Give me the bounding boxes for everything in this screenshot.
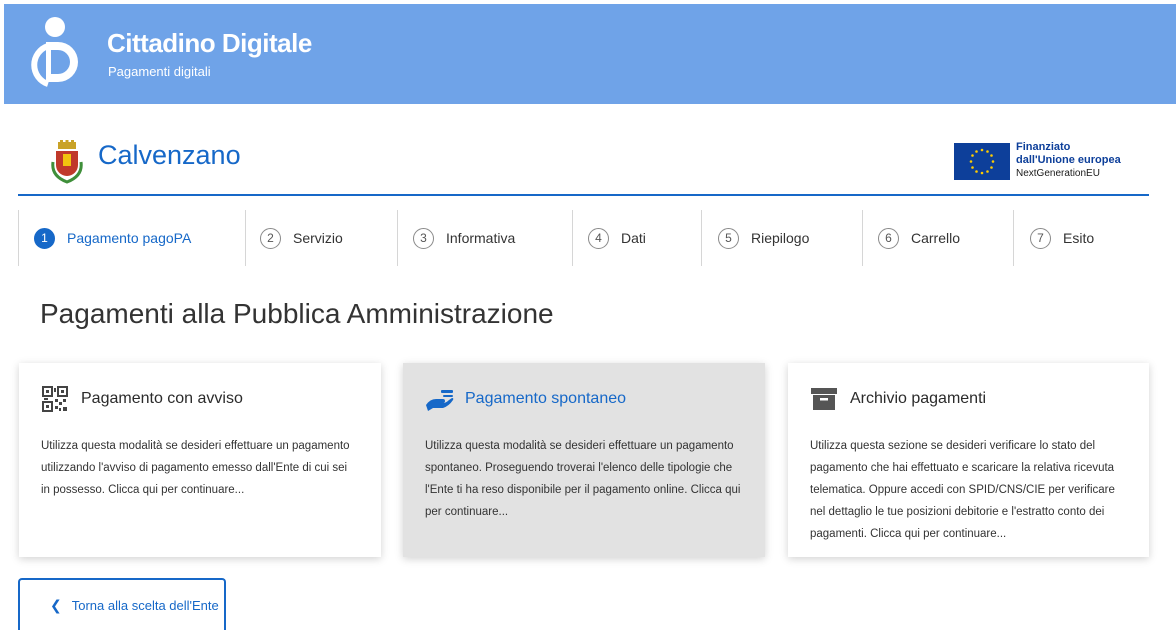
- municipality-crest-icon: [51, 140, 83, 184]
- step-label: Pagamento pagoPA: [67, 230, 192, 246]
- step-pagamento-pagopa[interactable]: 1 Pagamento pagoPA: [34, 210, 191, 266]
- step-number: 5: [718, 227, 739, 249]
- step-number: 2: [260, 227, 281, 249]
- step-number: 7: [1030, 227, 1051, 249]
- step-number: 4: [588, 227, 609, 249]
- card-archivio-pagamenti[interactable]: Archivio pagamenti Utilizza questa sezio…: [788, 363, 1149, 557]
- card-title: Archivio pagamenti: [850, 390, 987, 407]
- step-label: Esito: [1063, 230, 1095, 246]
- eu-funding-label: Finanziato dall'Unione europea NextGener…: [1016, 141, 1121, 180]
- step-number: 1: [34, 227, 55, 249]
- step-divider: [397, 210, 398, 266]
- header-divider: [18, 194, 1149, 196]
- step-divider: [245, 210, 246, 266]
- chevron-left-icon: ❮: [50, 596, 62, 613]
- municipality-name[interactable]: Calvenzano: [98, 140, 241, 171]
- step-divider: [862, 210, 863, 266]
- card-header: Pagamento spontaneo: [425, 385, 743, 413]
- card-description: Utilizza questa modalità se desideri eff…: [41, 440, 350, 496]
- eu-flag-icon: [954, 143, 1010, 180]
- step-number: 3: [413, 227, 434, 249]
- step-label: Informativa: [446, 230, 516, 246]
- app-header: Cittadino Digitale Pagamenti digitali: [4, 4, 1176, 104]
- card-title: Pagamento con avviso: [81, 390, 243, 407]
- back-button-label: Torna alla scelta dell'Ente: [71, 597, 219, 613]
- payment-hand-icon: [425, 385, 455, 413]
- step-divider: [1013, 210, 1014, 266]
- card-title: Pagamento spontaneo: [465, 390, 627, 407]
- page-title: Pagamenti alla Pubblica Amministrazione: [40, 298, 554, 329]
- archive-box-icon: [810, 385, 840, 413]
- step-divider: [18, 210, 19, 266]
- step-divider: [572, 210, 573, 266]
- payment-stepper: 1 Pagamento pagoPA 2 Servizio 3 Informat…: [18, 210, 1149, 266]
- step-carrello[interactable]: 6 Carrello: [878, 210, 960, 266]
- eu-line-1: Finanziato: [1016, 141, 1071, 153]
- step-label: Dati: [621, 230, 646, 246]
- step-dati[interactable]: 4 Dati: [588, 210, 646, 266]
- cittadino-digitale-logo-icon[interactable]: [28, 16, 82, 90]
- brand-subtitle: Pagamenti digitali: [108, 64, 211, 79]
- card-header: Archivio pagamenti: [810, 385, 1127, 413]
- back-to-entity-button[interactable]: ❮ Torna alla scelta dell'Ente: [18, 578, 226, 630]
- card-pagamento-spontaneo[interactable]: Pagamento spontaneo Utilizza questa moda…: [403, 363, 765, 557]
- eu-line-2: dall'Unione europea: [1016, 154, 1121, 166]
- card-description: Utilizza questa sezione se desideri veri…: [810, 440, 1115, 540]
- step-informativa[interactable]: 3 Informativa: [413, 210, 515, 266]
- qr-code-icon: [41, 385, 71, 413]
- step-esito[interactable]: 7 Esito: [1030, 210, 1094, 266]
- step-number: 6: [878, 227, 899, 249]
- card-header: Pagamento con avviso: [41, 385, 359, 413]
- card-description: Utilizza questa modalità se desideri eff…: [425, 440, 741, 518]
- step-riepilogo[interactable]: 5 Riepilogo: [718, 210, 809, 266]
- card-pagamento-con-avviso[interactable]: Pagamento con avviso Utilizza questa mod…: [19, 363, 381, 557]
- step-servizio[interactable]: 2 Servizio: [260, 210, 343, 266]
- step-label: Riepilogo: [751, 230, 810, 246]
- step-divider: [701, 210, 702, 266]
- step-label: Servizio: [293, 230, 343, 246]
- step-label: Carrello: [911, 230, 961, 246]
- eu-line-3: NextGenerationEU: [1016, 168, 1100, 179]
- brand-title[interactable]: Cittadino Digitale: [107, 28, 312, 59]
